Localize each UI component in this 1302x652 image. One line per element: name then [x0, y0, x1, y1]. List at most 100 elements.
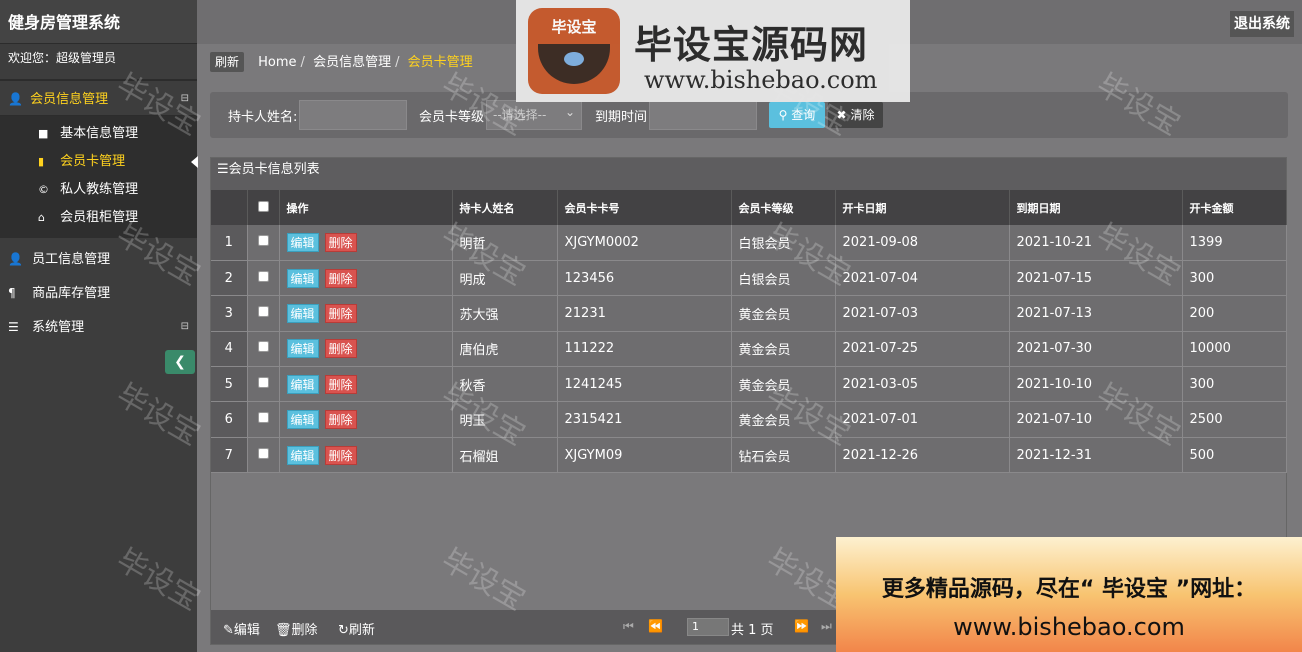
table-row[interactable]: 4 编辑 删除 唐伯虎 111222 黄金会员 2021-07-25 2021-07-30 10… [211, 331, 1287, 368]
next-page-icon[interactable]: ⏩ [794, 619, 809, 633]
cell-level: 黄金会员 [731, 401, 836, 438]
cell-level: 黄金会员 [731, 331, 836, 368]
delete-button[interactable]: 删除 [324, 374, 357, 394]
home-icon: ⌂ [38, 211, 45, 224]
user-icon: 👤 [8, 252, 23, 266]
cell-level: 白银会员 [731, 260, 836, 297]
cell-open-date: 2021-07-25 [835, 331, 1010, 368]
cell-expire-date: 2021-12-31 [1009, 437, 1183, 474]
search-icon: ⚲ [778, 108, 788, 122]
page-number-input[interactable]: 1 [687, 618, 729, 636]
row-checkbox[interactable] [257, 234, 269, 246]
row-checkbox[interactable] [257, 447, 269, 459]
edit-button[interactable]: 编辑 [286, 268, 319, 288]
card-level-select[interactable]: --请选择-- [486, 98, 582, 130]
delete-button[interactable]: 删除 [324, 410, 357, 430]
pager-delete-button[interactable]: 🗑删除 [275, 619, 318, 638]
select-all-checkbox[interactable] [257, 200, 269, 212]
prev-page-icon[interactable]: ⏪ [648, 619, 663, 633]
welcome-text: 欢迎您：超级管理员 [0, 44, 197, 80]
sidebar-submenu: ■ 基本信息管理 ▮ 会员卡管理 © 私人教练管理 ⌂ 会员租柜管理 [0, 116, 198, 238]
table-row[interactable]: 3 编辑 删除 苏大强 21231 黄金会员 2021-07-03 2021-07-13 200 [211, 295, 1287, 332]
column-header-expire-date[interactable]: 到期日期 [1009, 190, 1183, 225]
expiry-date-input[interactable] [649, 100, 757, 130]
card-level-selected: --请选择-- [493, 108, 547, 122]
edit-button[interactable]: 编辑 [286, 232, 319, 252]
delete-button[interactable]: 删除 [324, 268, 357, 288]
cell-open-date: 2021-07-04 [835, 260, 1010, 297]
cell-card-no: XJGYM0002 [557, 225, 732, 261]
delete-button[interactable]: 删除 [324, 303, 357, 323]
breadcrumb-home[interactable]: Home [258, 55, 296, 70]
cell-card-no: 111222 [557, 331, 732, 368]
delete-button[interactable]: 删除 [324, 339, 357, 359]
pager-edit-button[interactable]: ✎编辑 [223, 619, 260, 638]
breadcrumb-separator: / [395, 55, 400, 70]
sidebar-group-label: 员工信息管理 [32, 252, 111, 267]
table-row[interactable]: 1 编辑 删除 明哲 XJGYM0002 白银会员 2021-09-08 2021-10-21… [211, 225, 1287, 261]
sidebar-item-personal-trainer[interactable]: © 私人教练管理 [0, 176, 197, 204]
clear-button[interactable]: ✖ 清除 [828, 102, 883, 128]
column-header-name[interactable]: 持卡人姓名 [452, 190, 558, 225]
logout-button[interactable]: 退出系统 [1230, 11, 1294, 37]
delete-button[interactable]: 删除 [324, 445, 357, 465]
column-header-level[interactable]: 会员卡等级 [731, 190, 836, 225]
edit-button[interactable]: 编辑 [286, 374, 319, 394]
pager-refresh-button[interactable]: ↻刷新 [338, 619, 375, 638]
row-checkbox-cell [247, 331, 280, 368]
panel-title: ☰会员卡信息列表 [211, 158, 1286, 190]
refresh-button[interactable]: 刷新 [210, 52, 245, 72]
row-checkbox[interactable] [257, 270, 269, 282]
cell-amount: 300 [1182, 260, 1287, 297]
ad-line2: www.bishebao.com [953, 613, 1185, 641]
user-icon: 👤 [8, 92, 23, 106]
column-header-card-no[interactable]: 会员卡卡号 [557, 190, 732, 225]
cardholder-name-input[interactable] [299, 100, 407, 130]
cardholder-name-label: 持卡人姓名: [228, 110, 298, 125]
cell-name: 苏大强 [452, 295, 558, 332]
table-row[interactable]: 6 编辑 删除 明玉 2315421 黄金会员 2021-07-01 2021-07-10 25… [211, 401, 1287, 438]
cell-level: 黄金会员 [731, 366, 836, 403]
sidebar-group-inventory[interactable]: ¶ 商品库存管理 [0, 276, 197, 310]
sidebar-item-basic-info[interactable]: ■ 基本信息管理 [0, 120, 197, 148]
cell-expire-date: 2021-07-10 [1009, 401, 1183, 438]
table-row[interactable]: 7 编辑 删除 石榴姐 XJGYM09 钻石会员 2021-12-26 2021-12-31 5… [211, 437, 1287, 474]
sidebar-item-locker-rental[interactable]: ⌂ 会员租柜管理 [0, 204, 197, 232]
column-header-open-date[interactable]: 开卡日期 [835, 190, 1010, 225]
table-row[interactable]: 2 编辑 删除 明成 123456 白银会员 2021-07-04 2021-07-15 300 [211, 260, 1287, 297]
query-button[interactable]: ⚲ 查询 [769, 102, 825, 128]
sidebar-group-system[interactable]: ☰ 系统管理 ⊟ [0, 310, 197, 344]
column-header-amount[interactable]: 开卡金额 [1182, 190, 1287, 225]
edit-button[interactable]: 编辑 [286, 445, 319, 465]
edit-button[interactable]: 编辑 [286, 303, 319, 323]
total-pages-text: 共 1 页 [731, 623, 774, 638]
edit-button[interactable]: 编辑 [286, 339, 319, 359]
collapse-icon[interactable]: ⊟ [181, 310, 189, 344]
pager-edit-label: 编辑 [233, 623, 260, 638]
sidebar-group-label: 会员信息管理 [30, 92, 109, 107]
sidebar-item-card-management[interactable]: ▮ 会员卡管理 [0, 148, 198, 176]
cell-card-no: 1241245 [557, 366, 732, 403]
row-checkbox[interactable] [257, 305, 269, 317]
sidebar-group-staff[interactable]: 👤 员工信息管理 [0, 242, 197, 276]
sidebar-toggle-button[interactable]: ❮ [165, 350, 195, 374]
collapse-icon[interactable]: ⊟ [181, 81, 189, 117]
row-checkbox-cell [247, 295, 280, 332]
cell-level: 黄金会员 [731, 295, 836, 332]
cell-card-no: 123456 [557, 260, 732, 297]
delete-button[interactable]: 删除 [324, 232, 357, 252]
row-checkbox[interactable] [257, 341, 269, 353]
row-checkbox[interactable] [257, 376, 269, 388]
cell-card-no: XJGYM09 [557, 437, 732, 474]
row-checkbox[interactable] [257, 412, 269, 424]
sidebar-group-member-info[interactable]: 👤 会员信息管理 ⊟ [0, 80, 197, 116]
table-row[interactable]: 5 编辑 删除 秋香 1241245 黄金会员 2021-03-05 2021-10-10 30… [211, 366, 1287, 403]
cell-open-date: 2021-09-08 [835, 225, 1010, 261]
cutlery-icon: ¶ [8, 286, 16, 300]
cell-expire-date: 2021-07-15 [1009, 260, 1183, 297]
breadcrumb-member-info[interactable]: 会员信息管理 [313, 55, 391, 70]
last-page-icon[interactable]: ⏭ [821, 619, 832, 634]
edit-button[interactable]: 编辑 [286, 410, 319, 430]
row-checkbox-cell [247, 437, 280, 474]
first-page-icon[interactable]: ⏮ [623, 619, 634, 634]
